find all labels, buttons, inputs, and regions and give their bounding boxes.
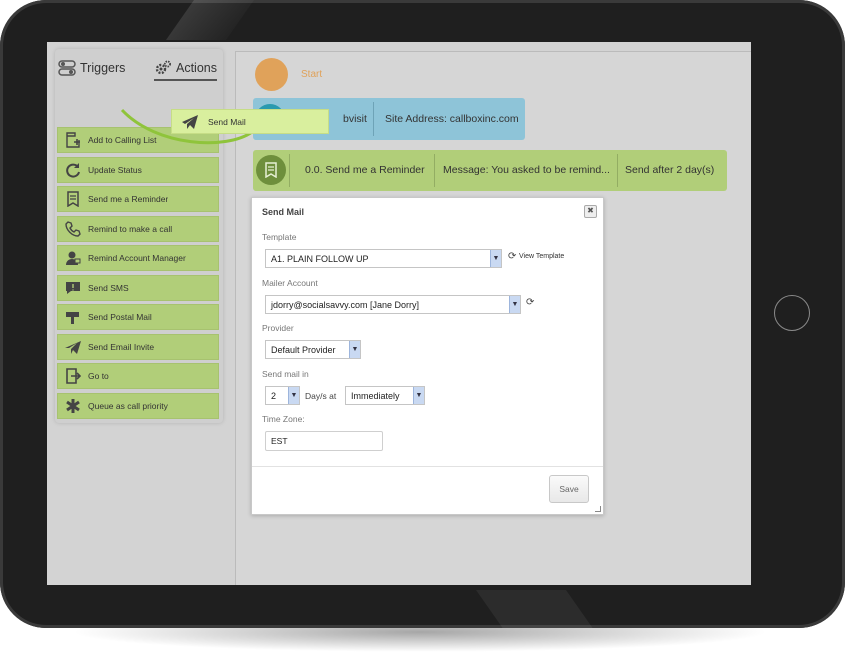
dialog-footer-divider	[252, 466, 603, 467]
timezone-input[interactable]: EST	[265, 431, 383, 451]
divider	[373, 102, 374, 136]
action-remind-to-make-a-call[interactable]: Remind to make a call	[57, 215, 219, 242]
action-label: Remind to make a call	[88, 223, 173, 234]
refresh-icon	[58, 162, 88, 178]
resize-grip-icon[interactable]	[595, 506, 601, 512]
template-value: A1. PLAIN FOLLOW UP	[271, 253, 369, 264]
mailbox-icon	[58, 309, 88, 325]
gears-icon	[154, 59, 172, 77]
actions-list: Add to Calling List Update Status Send m…	[57, 127, 219, 422]
tablet-frame: Triggers Actions Add to Calling List Upd…	[0, 0, 845, 628]
template-select[interactable]: A1. PLAIN FOLLOW UP ▼	[265, 249, 502, 268]
action-label: Update Status	[88, 164, 142, 175]
start-node[interactable]	[255, 58, 288, 91]
app-screen: Triggers Actions Add to Calling List Upd…	[47, 42, 751, 585]
reminder-node[interactable]: 0.0. Send me a Reminder Message: You ask…	[253, 150, 727, 191]
mailer-label: Mailer Account	[262, 278, 318, 288]
mailer-select[interactable]: jdorry@socialsavvy.com [Jane Dorry] ▼	[265, 295, 521, 314]
home-button[interactable]	[774, 295, 810, 331]
divider	[289, 154, 290, 187]
days-at-label: Day/s at	[305, 391, 337, 401]
action-label: Send Email Invite	[88, 341, 155, 352]
chevron-down-icon: ▼	[490, 250, 501, 267]
refresh-icon[interactable]: ⟳	[508, 251, 516, 262]
tab-actions[interactable]: Actions	[154, 59, 217, 81]
chevron-down-icon: ▼	[288, 387, 299, 404]
node-segment: Send after 2 day(s)	[625, 164, 715, 176]
mailer-value: jdorry@socialsavvy.com [Jane Dorry]	[271, 299, 420, 310]
node-segment: 0.0. Send me a Reminder	[305, 164, 425, 176]
toggle-icon	[58, 59, 76, 77]
node-segment: Site Address: callboxinc.com	[385, 113, 519, 125]
action-send-postal-mail[interactable]: Send Postal Mail	[57, 304, 219, 330]
days-select[interactable]: 2 ▼	[265, 386, 300, 405]
action-go-to[interactable]: Go to	[57, 363, 219, 389]
action-send-sms[interactable]: Send SMS	[57, 274, 219, 301]
action-label: Queue as call priority	[88, 400, 168, 411]
action-update-status[interactable]: Update Status	[57, 156, 219, 183]
provider-value: Default Provider	[271, 344, 336, 355]
action-label: Send Postal Mail	[88, 312, 152, 322]
send-mail-dialog: Send Mail ✖ Template A1. PLAIN FOLLOW UP…	[251, 197, 604, 515]
chevron-down-icon: ▼	[349, 341, 360, 358]
time-value: Immediately	[351, 390, 400, 401]
provider-label: Provider	[262, 323, 294, 333]
days-value: 2	[271, 390, 277, 401]
refresh-icon[interactable]: ⟳	[526, 297, 534, 308]
action-label: Go to	[88, 371, 109, 381]
tab-actions-label: Actions	[176, 61, 217, 75]
add-list-icon	[58, 132, 88, 148]
close-icon[interactable]: ✖	[584, 205, 597, 218]
node-segment: Message: You asked to be remind...	[443, 164, 610, 176]
action-send-me-a-reminder[interactable]: Send me a Reminder	[57, 186, 219, 212]
panel-tabs: Triggers Actions	[55, 49, 223, 89]
save-button[interactable]: Save	[549, 475, 589, 503]
provider-select[interactable]: Default Provider ▼	[265, 340, 361, 359]
bookmark-icon	[256, 155, 286, 185]
frame-glare	[475, 590, 595, 628]
asterisk-icon	[58, 398, 88, 414]
timezone-value: EST	[271, 436, 288, 446]
action-label: Remind Account Manager	[88, 253, 186, 263]
timezone-label: Time Zone:	[262, 414, 305, 424]
time-select[interactable]: Immediately ▼	[345, 386, 425, 405]
drag-label: Send Mail	[208, 116, 246, 127]
send-in-label: Send mail in	[262, 369, 309, 379]
tab-triggers[interactable]: Triggers	[58, 59, 125, 77]
chevron-down-icon: ▼	[509, 296, 520, 313]
tab-triggers-label: Triggers	[80, 61, 126, 75]
drag-send-mail[interactable]: Send Mail	[171, 109, 329, 134]
bookmark-icon	[58, 191, 88, 207]
node-segment: bvisit	[343, 113, 367, 125]
divider	[434, 154, 435, 187]
action-send-email-invite[interactable]: Send Email Invite	[57, 333, 219, 360]
phone-icon	[58, 220, 88, 237]
divider	[617, 154, 618, 187]
view-template-link[interactable]: View Template	[519, 253, 564, 260]
sms-icon	[58, 280, 88, 296]
action-queue-as-call-priority[interactable]: Queue as call priority	[57, 392, 219, 419]
goto-icon	[58, 368, 88, 384]
action-label: Send me a Reminder	[88, 194, 169, 204]
account-manager-icon	[58, 250, 88, 266]
action-remind-account-manager[interactable]: Remind Account Manager	[57, 245, 219, 271]
frame-glare	[165, 0, 255, 40]
chevron-down-icon: ▼	[413, 387, 424, 404]
email-invite-icon	[58, 339, 88, 355]
template-label: Template	[262, 232, 297, 242]
paper-plane-icon	[172, 114, 208, 130]
dialog-title: Send Mail	[262, 207, 305, 217]
action-label: Send SMS	[88, 282, 129, 293]
start-label: Start	[301, 69, 323, 80]
